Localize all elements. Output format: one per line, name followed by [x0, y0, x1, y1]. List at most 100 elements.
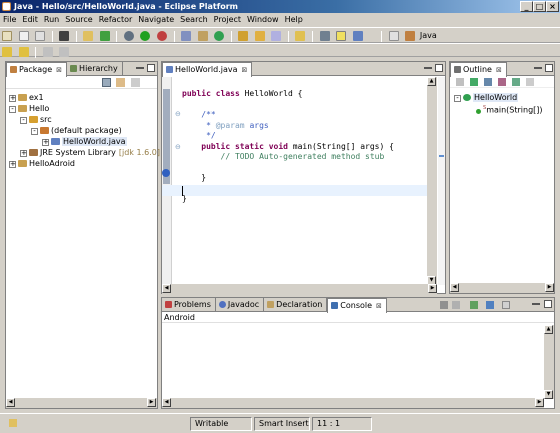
- scroll-right-icon[interactable]: ▶: [147, 398, 156, 407]
- open-folder-icon[interactable]: [238, 31, 249, 41]
- device-icon[interactable]: [59, 31, 70, 41]
- code-area[interactable]: public class HelloWorld { /** * @param a…: [182, 89, 394, 205]
- debug-icon[interactable]: [123, 31, 134, 41]
- toggle-mark-icon[interactable]: [352, 31, 363, 41]
- tab-console[interactable]: Console ⊠: [327, 298, 387, 313]
- menu-navigate[interactable]: Navigate: [135, 13, 177, 26]
- close-button[interactable]: ×: [546, 1, 559, 12]
- new-java-project-icon[interactable]: [181, 31, 192, 41]
- minimize-view-button[interactable]: [532, 303, 540, 305]
- close-icon[interactable]: ⊠: [496, 66, 502, 74]
- menu-refactor[interactable]: Refactor: [96, 13, 136, 26]
- prev-annotation-icon[interactable]: [18, 47, 29, 57]
- menu-window[interactable]: Window: [244, 13, 282, 26]
- search-icon[interactable]: [295, 31, 306, 41]
- minimize-view-button[interactable]: [424, 67, 432, 69]
- back-icon[interactable]: [42, 47, 53, 57]
- hide-static-icon[interactable]: [484, 78, 492, 86]
- maximize-view-button[interactable]: [544, 300, 552, 308]
- collapse-all-icon[interactable]: [102, 78, 111, 87]
- pin-console-icon[interactable]: [470, 301, 478, 309]
- external-tools-icon[interactable]: [157, 31, 168, 41]
- fold-icon[interactable]: ⊖: [175, 110, 181, 118]
- expand-icon[interactable]: +: [9, 161, 16, 168]
- scroll-down-icon[interactable]: ▼: [544, 390, 553, 399]
- open-console-icon[interactable]: [502, 301, 510, 309]
- scroll-left-icon[interactable]: ◀: [162, 398, 171, 407]
- menu-edit[interactable]: Edit: [19, 13, 41, 26]
- outline-item-method[interactable]: Smain(String[]): [454, 103, 554, 115]
- open-perspective-icon[interactable]: [388, 31, 399, 41]
- display-console-icon[interactable]: [486, 301, 494, 309]
- scroll-up-icon[interactable]: ▲: [544, 325, 553, 334]
- tab-problems[interactable]: Problems: [162, 298, 216, 312]
- scroll-right-icon[interactable]: ▶: [545, 283, 554, 292]
- new-icon[interactable]: [2, 31, 12, 41]
- tree-item[interactable]: + ex1: [9, 92, 157, 103]
- new-java-class-icon[interactable]: [214, 31, 225, 41]
- hide-fields-icon[interactable]: [470, 78, 478, 86]
- view-menu-icon[interactable]: [131, 78, 140, 87]
- tree-item[interactable]: - Hello: [9, 103, 157, 114]
- horizontal-scrollbar[interactable]: ◀ ▶: [450, 283, 554, 293]
- close-icon[interactable]: ⊠: [242, 66, 248, 74]
- horizontal-scrollbar[interactable]: ◀ ▶: [162, 398, 544, 408]
- maximize-view-button[interactable]: [147, 64, 155, 72]
- scroll-right-icon[interactable]: ▶: [428, 284, 437, 293]
- new-package-icon[interactable]: [197, 31, 208, 41]
- open-type-icon[interactable]: [83, 31, 94, 41]
- collapse-icon[interactable]: -: [454, 95, 461, 102]
- sort-icon[interactable]: [456, 78, 464, 86]
- scroll-up-icon[interactable]: ▲: [427, 77, 436, 86]
- view-menu-icon[interactable]: [526, 78, 534, 86]
- scroll-right-icon[interactable]: ▶: [535, 398, 544, 407]
- scroll-left-icon[interactable]: ◀: [162, 284, 171, 293]
- fast-view-icon[interactable]: [9, 419, 17, 427]
- minimize-view-button[interactable]: [136, 67, 144, 69]
- forward-icon[interactable]: [59, 47, 70, 57]
- minimize-button[interactable]: _: [520, 1, 533, 12]
- scroll-left-icon[interactable]: ◀: [6, 398, 15, 407]
- menu-run[interactable]: Run: [41, 13, 62, 26]
- tree-item[interactable]: + JRE System Library [jdk 1.6.0]: [9, 147, 160, 158]
- java-perspective-icon[interactable]: [405, 31, 416, 41]
- highlight-icon[interactable]: [336, 31, 347, 41]
- tab-package[interactable]: Package ⊠: [6, 62, 68, 77]
- tab-javadoc[interactable]: Javadoc: [216, 298, 265, 312]
- hide-local-types-icon[interactable]: [512, 78, 520, 86]
- menu-file[interactable]: File: [0, 13, 19, 26]
- scroll-left-icon[interactable]: ◀: [450, 283, 459, 292]
- outline-item-class[interactable]: - HelloWorld: [454, 92, 554, 103]
- tab-outline[interactable]: Outline ⊠: [450, 62, 507, 77]
- tree-item[interactable]: - src: [9, 114, 157, 125]
- horizontal-scrollbar[interactable]: ◀ ▶: [6, 398, 157, 408]
- perspective-java-label[interactable]: Java: [420, 31, 437, 40]
- tab-helloworld-java[interactable]: HelloWorld.java ⊠: [162, 62, 253, 77]
- collapse-icon[interactable]: -: [31, 128, 38, 135]
- menu-source[interactable]: Source: [62, 13, 95, 26]
- tab-declaration[interactable]: Declaration: [264, 298, 328, 312]
- tab-hierarchy[interactable]: Hierarchy: [67, 62, 123, 76]
- menu-help[interactable]: Help: [282, 13, 306, 26]
- expand-icon[interactable]: +: [9, 95, 16, 102]
- new-class-icon[interactable]: [99, 31, 110, 41]
- tree-item[interactable]: - (default package): [9, 125, 157, 136]
- vertical-scrollbar[interactable]: ▲ ▼: [544, 325, 554, 399]
- scroll-lock-icon[interactable]: [452, 301, 460, 309]
- collapse-icon[interactable]: -: [9, 106, 16, 113]
- run-icon[interactable]: [140, 31, 151, 41]
- pin-icon[interactable]: [319, 31, 330, 41]
- clear-console-icon[interactable]: [440, 301, 448, 309]
- overview-marker[interactable]: [439, 155, 444, 157]
- tree-item[interactable]: + HelloWorld.java: [9, 136, 157, 147]
- expand-icon[interactable]: +: [20, 150, 27, 157]
- maximize-view-button[interactable]: [545, 64, 553, 72]
- collapse-icon[interactable]: -: [20, 117, 27, 124]
- menu-project[interactable]: Project: [211, 13, 244, 26]
- close-icon[interactable]: ⊠: [376, 302, 382, 310]
- hide-nonpublic-icon[interactable]: [498, 78, 506, 86]
- close-icon[interactable]: ⊠: [56, 66, 62, 74]
- vertical-scrollbar[interactable]: ▲ ▼: [427, 77, 437, 285]
- save-icon[interactable]: [18, 31, 29, 41]
- minimize-view-button[interactable]: [534, 67, 542, 69]
